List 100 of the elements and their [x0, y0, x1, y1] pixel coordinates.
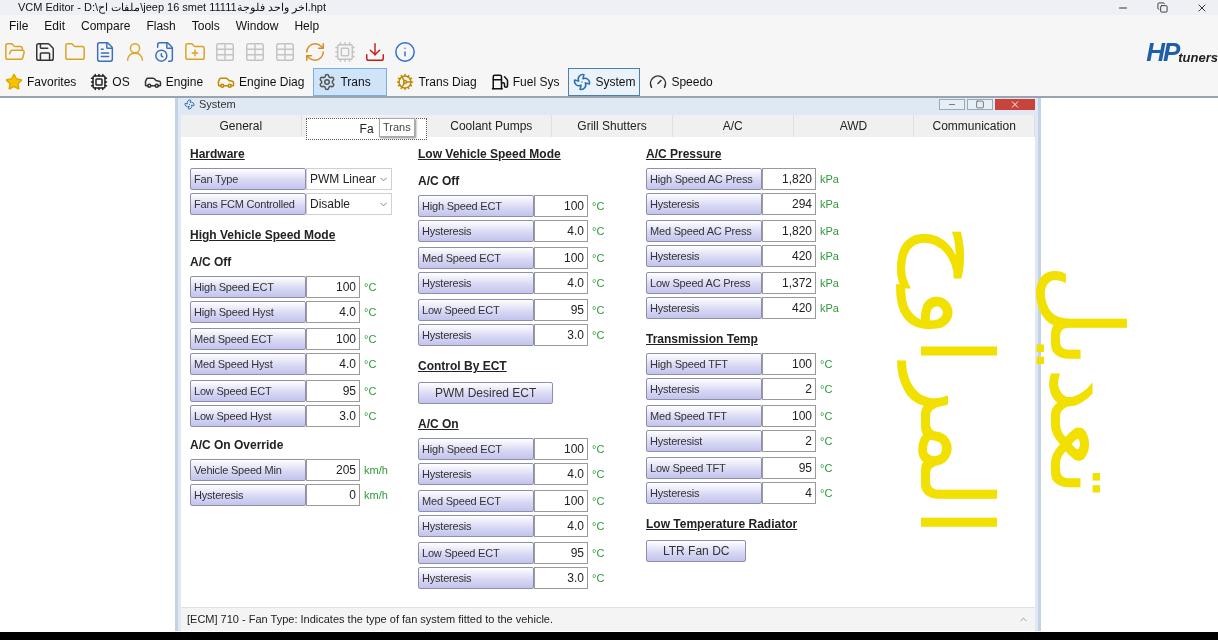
maximize-icon[interactable]: [967, 99, 993, 110]
parameter-label[interactable]: High Speed TFT: [646, 353, 762, 375]
parameter-label[interactable]: Med Speed ECT: [418, 490, 534, 512]
parameter-label[interactable]: Med Speed TFT: [646, 405, 762, 427]
tab[interactable]: General: [181, 115, 302, 137]
document-clock-icon[interactable]: [154, 41, 176, 63]
parameter-label[interactable]: Med Speed ECT: [190, 328, 306, 350]
parameter-label[interactable]: High Speed Hyst: [190, 301, 306, 323]
menu-item[interactable]: Tools: [191, 17, 220, 35]
parameter-label[interactable]: Hysteresis: [646, 482, 762, 504]
parameter-label[interactable]: Low Speed AC Press: [646, 272, 762, 294]
parameter-label[interactable]: Low Speed TFT: [646, 457, 762, 479]
menu-item[interactable]: Edit: [44, 17, 66, 35]
folder-icon[interactable]: [4, 41, 26, 63]
dropdown[interactable]: PWM Linear: [306, 168, 392, 190]
user-icon[interactable]: [124, 41, 146, 63]
value-field[interactable]: 100: [762, 353, 816, 375]
download-icon[interactable]: [364, 41, 386, 63]
parameter-label[interactable]: Hysteresis: [190, 484, 306, 506]
parameter-label[interactable]: Vehicle Speed Min: [190, 459, 306, 481]
parameter-label[interactable]: Low Speed ECT: [418, 542, 534, 564]
save-icon[interactable]: [34, 41, 56, 63]
tab[interactable]: Grill Shutters: [552, 115, 673, 137]
value-field[interactable]: 4.0: [306, 353, 360, 375]
parameter-label[interactable]: High Speed ECT: [418, 438, 534, 460]
value-field[interactable]: 4: [762, 482, 816, 504]
parameter-label[interactable]: Hysteresis: [646, 245, 762, 267]
parameter-label[interactable]: High Speed ECT: [418, 195, 534, 217]
value-field[interactable]: 100: [762, 405, 816, 427]
module-tab[interactable]: OS: [85, 67, 135, 96]
value-field[interactable]: 420: [762, 245, 816, 267]
value-field[interactable]: 100: [534, 438, 588, 460]
module-tab[interactable]: Trans Diag: [391, 67, 482, 96]
parameter-label[interactable]: Hysteresis: [646, 378, 762, 400]
value-field[interactable]: 100: [534, 490, 588, 512]
value-field[interactable]: 2: [762, 378, 816, 400]
value-field[interactable]: 95: [762, 457, 816, 479]
folder-icon[interactable]: [64, 41, 86, 63]
value-field[interactable]: 95: [534, 542, 588, 564]
value-field[interactable]: 4.0: [534, 272, 588, 294]
value-field[interactable]: 3.0: [534, 324, 588, 346]
value-field[interactable]: 205: [306, 459, 360, 481]
module-tab[interactable]: Fuel Sys: [485, 67, 565, 96]
dropdown[interactable]: Disable: [306, 193, 392, 215]
menu-item[interactable]: Window: [235, 17, 279, 35]
parameter-label[interactable]: High Speed ECT: [190, 276, 306, 298]
module-tab[interactable]: Engine Diag: [212, 67, 310, 96]
value-field[interactable]: 4.0: [534, 463, 588, 485]
value-field[interactable]: 4.0: [534, 220, 588, 242]
parameter-label[interactable]: Low Speed Hyst: [190, 405, 306, 427]
parameter-label[interactable]: Hysteresis: [418, 463, 534, 485]
value-field[interactable]: 4.0: [534, 515, 588, 537]
value-field[interactable]: 1,820: [762, 220, 816, 242]
refresh-icon[interactable]: [304, 41, 326, 63]
value-field[interactable]: 1,372: [762, 272, 816, 294]
parameter-label[interactable]: Hysteresis: [418, 272, 534, 294]
value-field[interactable]: 100: [534, 247, 588, 269]
value-field[interactable]: 100: [534, 195, 588, 217]
parameter-label[interactable]: Med Speed ECT: [418, 247, 534, 269]
value-field[interactable]: 420: [762, 297, 816, 319]
restore-icon[interactable]: [1157, 2, 1168, 13]
info-icon[interactable]: [394, 41, 416, 63]
module-tab[interactable]: Favorites: [0, 67, 82, 96]
folder-icon[interactable]: [184, 41, 206, 63]
tab[interactable]: AWD: [793, 115, 915, 137]
tab[interactable]: Coolant Pumps: [431, 115, 553, 137]
value-field[interactable]: 3.0: [534, 567, 588, 589]
parameter-label[interactable]: Hysteresis: [646, 193, 762, 215]
value-field[interactable]: 100: [306, 276, 360, 298]
parameter-label[interactable]: Hysteresist: [646, 430, 762, 452]
parameter-label[interactable]: Med Speed Hyst: [190, 353, 306, 375]
parameter-label[interactable]: Hysteresis: [646, 297, 762, 319]
parameter-label[interactable]: Low Speed ECT: [418, 299, 534, 321]
value-field[interactable]: 4.0: [306, 301, 360, 323]
value-field[interactable]: 95: [534, 299, 588, 321]
tab[interactable]: A/C: [672, 115, 794, 137]
minimize-icon[interactable]: [939, 99, 965, 110]
value-field[interactable]: 100: [306, 328, 360, 350]
parameter-label[interactable]: Hysteresis: [418, 515, 534, 537]
document-icon[interactable]: [94, 41, 116, 63]
menu-item[interactable]: Compare: [81, 17, 131, 35]
table-button[interactable]: LTR Fan DC: [646, 540, 747, 562]
value-field[interactable]: 2: [762, 430, 816, 452]
module-tab[interactable]: Engine: [138, 67, 209, 96]
parameter-label[interactable]: Fans FCM Controlled: [190, 193, 306, 215]
value-field[interactable]: 1,820: [762, 168, 816, 190]
parameter-label[interactable]: Hysteresis: [418, 220, 534, 242]
value-field[interactable]: 0: [306, 484, 360, 506]
parameter-label[interactable]: High Speed AC Press: [646, 168, 762, 190]
tab[interactable]: Communication: [914, 115, 1036, 137]
parameter-label[interactable]: Fan Type: [190, 168, 306, 190]
parameter-label[interactable]: Med Speed AC Press: [646, 220, 762, 242]
parameter-label[interactable]: Hysteresis: [418, 567, 534, 589]
menu-item[interactable]: Help: [294, 17, 320, 35]
value-field[interactable]: 95: [306, 380, 360, 402]
table-button[interactable]: PWM Desired ECT: [418, 382, 554, 404]
parameter-label[interactable]: Hysteresis: [418, 324, 534, 346]
value-field[interactable]: 3.0: [306, 405, 360, 427]
module-tab[interactable]: Speedo: [644, 67, 718, 96]
module-tab[interactable]: Trans: [313, 67, 388, 96]
